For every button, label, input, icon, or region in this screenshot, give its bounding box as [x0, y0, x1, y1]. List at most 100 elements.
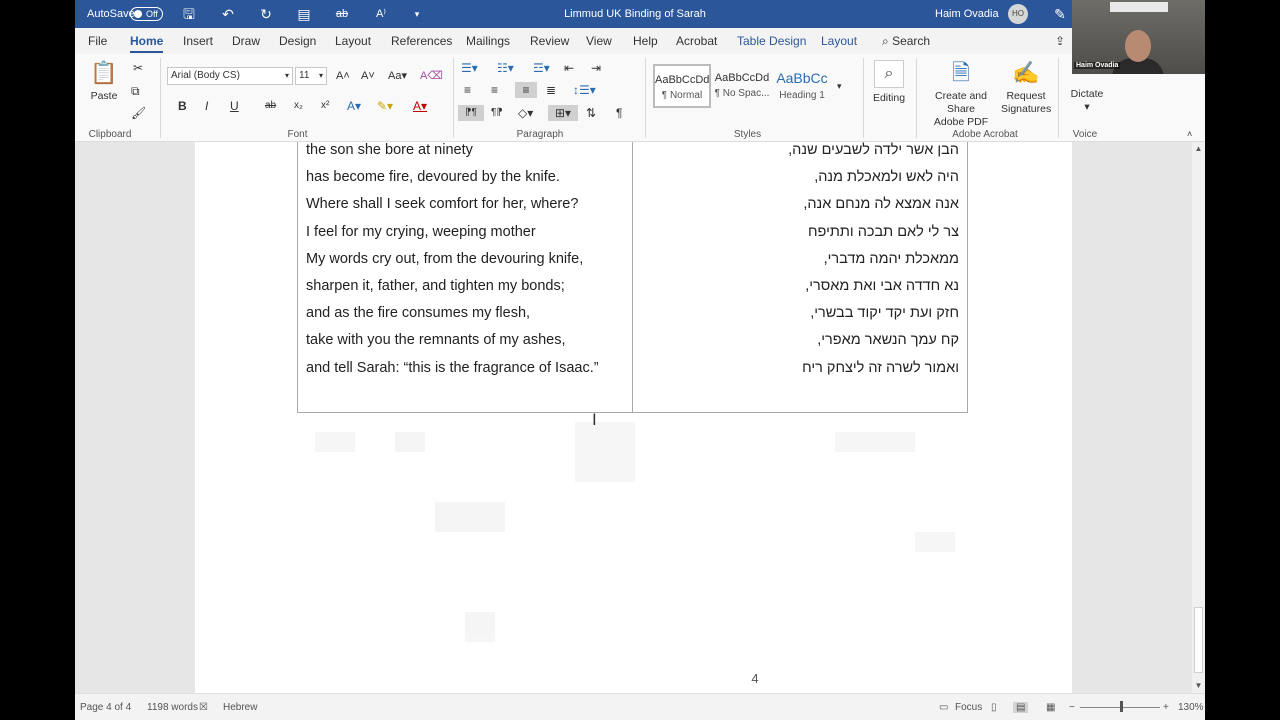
collapse-ribbon-icon[interactable]: ˄ [1187, 126, 1192, 142]
font-name-combo[interactable]: Arial (Body CS) ▾ [167, 67, 293, 85]
page-count[interactable]: Page 4 of 4 [80, 702, 131, 713]
tab-home[interactable]: Home [130, 34, 164, 53]
english-line[interactable]: the son she bore at ninety [306, 142, 624, 164]
hebrew-line[interactable]: ממאכלת יהמה מדברי, [641, 246, 959, 273]
english-line[interactable]: My words cry out, from the devouring kni… [306, 246, 624, 273]
search-box[interactable]: ⌕ Search [882, 34, 930, 49]
text-effects-icon[interactable]: A▾ [347, 98, 361, 114]
styles-more-icon[interactable]: ▾ [837, 78, 842, 94]
shrink-font-icon[interactable]: A˅ [361, 68, 375, 84]
hebrew-line[interactable]: חזק ועת יקד יקוד בבשרי, [641, 300, 959, 327]
show-marks-icon[interactable]: ¶ [616, 105, 622, 121]
shading-icon[interactable]: ◇▾ [518, 105, 533, 121]
focus-icon[interactable]: ▭ [939, 702, 948, 713]
font-size-combo[interactable]: 11 ▾ [295, 67, 327, 85]
hebrew-line[interactable]: הבן אשר ילדה לשבעים שנה, [641, 142, 959, 164]
english-line[interactable]: has become fire, devoured by the knife. [306, 164, 624, 191]
hebrew-line[interactable]: צר לי לאם תבכה ותתיפח [641, 219, 959, 246]
scroll-down-icon[interactable]: ▼ [1192, 681, 1205, 690]
autosave-toggle[interactable]: Off [130, 7, 163, 21]
hebrew-line[interactable]: ואמור לשרה זה ליצחק ריח [641, 355, 959, 382]
line-spacing-icon[interactable]: ↕☰▾ [573, 82, 596, 98]
bullets-icon[interactable]: ☰▾ [461, 60, 478, 76]
tab-references[interactable]: References [391, 34, 452, 48]
borders-icon[interactable]: ⊞▾ [548, 105, 578, 121]
zoom-in-icon[interactable]: + [1163, 702, 1169, 713]
document-icon[interactable]: ▤ [294, 5, 314, 23]
copy-icon[interactable]: ⧉ [131, 83, 140, 99]
style-normal[interactable]: AaBbCcDd ¶ Normal [653, 64, 711, 108]
english-line[interactable]: and as the fire consumes my flesh, [306, 300, 624, 327]
english-line[interactable]: take with you the remnants of my ashes, [306, 327, 624, 354]
save-icon[interactable]: 🖫 [179, 5, 199, 23]
underline-button[interactable]: U [230, 98, 239, 114]
clear-formatting-icon[interactable]: A⌫ [420, 68, 443, 84]
style-heading-1[interactable]: AaBbCc Heading 1 [773, 64, 831, 108]
user-name[interactable]: Haim Ovadia [935, 8, 999, 20]
multilevel-list-icon[interactable]: ☲▾ [533, 60, 550, 76]
pen-icon[interactable]: ✎ [1050, 5, 1070, 23]
proofing-icon[interactable]: ☒ [199, 702, 208, 713]
word-count[interactable]: 1198 words [147, 702, 198, 713]
bold-button[interactable]: B [178, 98, 187, 114]
hebrew-line[interactable]: נא חדדה אבי ואת מאסרי, [641, 273, 959, 300]
request-signatures-button[interactable]: ✍ Request Signatures [1001, 60, 1051, 116]
tab-draw[interactable]: Draw [232, 34, 260, 48]
justify-icon[interactable]: ≣ [546, 82, 556, 98]
decrease-indent-icon[interactable]: ⇤ [564, 60, 574, 76]
sort-icon[interactable]: ⇅ [586, 105, 596, 121]
editing-button[interactable]: ⌕ Editing [870, 60, 908, 105]
tab-table-layout[interactable]: Layout [821, 34, 857, 48]
english-line[interactable]: and tell Sarah: “this is the fragrance o… [306, 355, 624, 382]
grow-font-icon[interactable]: A˄ [336, 68, 350, 84]
change-case-icon[interactable]: Aa▾ [388, 68, 407, 84]
hebrew-column[interactable]: הבן אשר ילדה לשבעים שנה, היה לאש ולמאכלת … [632, 142, 968, 413]
print-layout-icon[interactable]: ▤ [1013, 702, 1029, 713]
vertical-scrollbar[interactable]: ▲ ▼ [1192, 142, 1205, 693]
tab-file[interactable]: File [88, 34, 107, 48]
zoom-out-icon[interactable]: − [1069, 702, 1075, 713]
style-no-spacing[interactable]: AaBbCcDd ¶ No Spac... [713, 64, 771, 108]
tab-mailings[interactable]: Mailings [466, 34, 510, 48]
align-left-icon[interactable]: ≡ [464, 82, 471, 98]
align-right-icon[interactable]: ≡ [515, 82, 537, 98]
cut-icon[interactable]: ✂ [133, 60, 143, 76]
tab-help[interactable]: Help [633, 34, 658, 48]
strikethrough-button[interactable]: ab [265, 98, 276, 114]
english-line[interactable]: sharpen it, father, and tighten my bonds… [306, 273, 624, 300]
hebrew-line[interactable]: קח עמך הנשאר מאפרי, [641, 327, 959, 354]
scroll-thumb[interactable] [1194, 607, 1203, 673]
share-icon[interactable]: ⇪ [1055, 34, 1065, 48]
highlighter-icon[interactable]: ✎▾ [377, 98, 393, 114]
subscript-button[interactable]: x₂ [294, 98, 303, 114]
align-center-icon[interactable]: ≡ [491, 82, 498, 98]
increase-indent-icon[interactable]: ⇥ [591, 60, 601, 76]
tab-insert[interactable]: Insert [183, 34, 213, 48]
ltr-direction-icon[interactable]: ⁋¶ [458, 105, 484, 121]
read-aloud-icon[interactable]: A⁾ [371, 5, 391, 23]
italic-button[interactable]: I [205, 98, 208, 114]
read-mode-icon[interactable]: ▯ [991, 702, 997, 713]
tab-view[interactable]: View [586, 34, 612, 48]
english-line[interactable]: Where shall I seek comfort for her, wher… [306, 191, 624, 218]
page[interactable]: the son she bore at ninety has become fir… [195, 142, 1072, 693]
rtl-direction-icon[interactable]: ¶⁋ [491, 105, 503, 121]
language[interactable]: Hebrew [223, 702, 257, 713]
numbering-icon[interactable]: ☷▾ [497, 60, 514, 76]
paste-button[interactable]: 📋 Paste [89, 60, 119, 103]
tab-review[interactable]: Review [530, 34, 569, 48]
customize-toolbar-icon[interactable]: ▾ [407, 5, 427, 23]
undo-icon[interactable]: ↶ [218, 5, 238, 23]
tab-table-design[interactable]: Table Design [737, 34, 806, 48]
redo-icon[interactable]: ↻ [256, 5, 276, 23]
english-line[interactable]: I feel for my crying, weeping mother [306, 219, 624, 246]
strikethrough-icon[interactable]: ab [332, 5, 352, 23]
english-column[interactable]: the son she bore at ninety has become fir… [297, 142, 633, 413]
dictate-button[interactable]: Dictate ▾ [1064, 88, 1110, 114]
scroll-up-icon[interactable]: ▲ [1192, 144, 1205, 153]
tab-design[interactable]: Design [279, 34, 316, 48]
superscript-button[interactable]: x² [321, 98, 329, 114]
avatar[interactable]: HO [1008, 4, 1028, 24]
focus-label[interactable]: Focus [955, 702, 982, 713]
zoom-level[interactable]: 130% [1178, 702, 1204, 713]
